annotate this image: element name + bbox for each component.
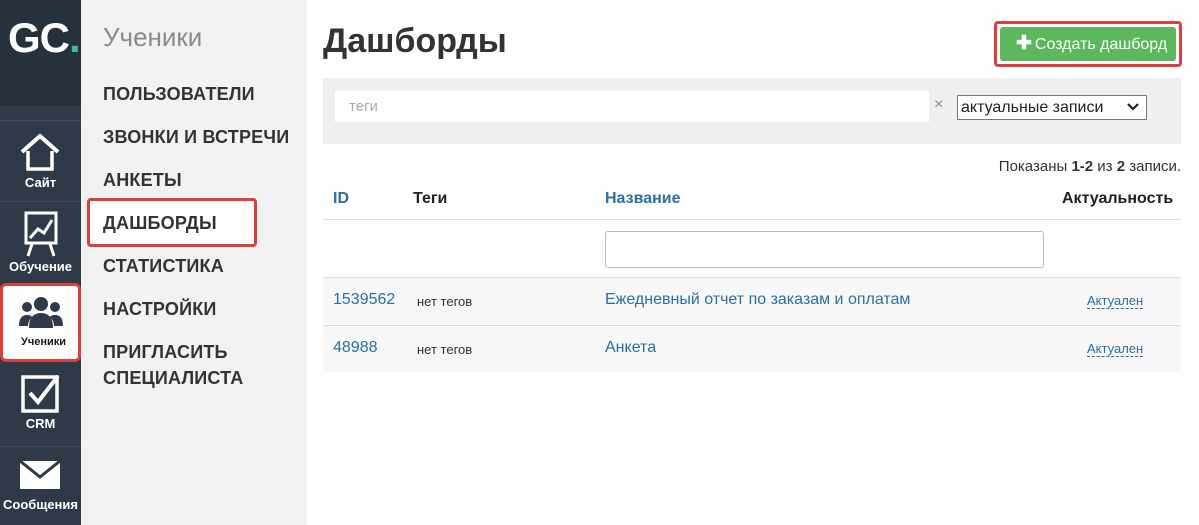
sidebar-item-calls[interactable]: ЗВОНКИ И ВСТРЕЧИ [103,124,289,150]
home-icon [20,134,60,171]
page-title: Дашборды [323,22,507,60]
rail-item-label: Сайт [24,175,57,190]
section-sidebar: Ученики ПОЛЬЗОВАТЕЛИ ЗВОНКИ И ВСТРЕЧИ АН… [81,0,307,525]
users-icon [19,297,63,328]
row-tags: нет тегов [417,294,473,309]
sidebar-title: Ученики [103,22,203,52]
column-header-id[interactable]: ID [333,190,349,208]
rail-item-learning[interactable]: Обучение [0,203,81,281]
logo-text: GC. [8,14,81,61]
rail-item-site[interactable]: Сайт [0,122,81,200]
plus-icon: ✚ [1016,33,1032,54]
sidebar-item-dashboards[interactable]: ДАШБОРДЫ [103,210,217,236]
sidebar-item-label: СПЕЦИАЛИСТА [103,368,244,388]
chevron-down-icon [1126,96,1140,126]
rail-divider [0,201,81,202]
rail-item-label: Сообщения [3,497,78,512]
tags-filter-input[interactable] [335,91,929,122]
envelope-icon [20,461,60,489]
column-header-tags: Теги [413,190,448,207]
status-select-value: актуальные записи [961,99,1104,116]
rail-item-label: CRM [25,416,56,431]
filter-bar: × актуальные записи [323,78,1181,144]
create-button-highlight: ✚ Создать дашборд [994,21,1182,67]
create-dashboard-button[interactable]: ✚ Создать дашборд [1000,27,1176,61]
app-rail: GC. Сайт Обучение Ученики CRM Сообщения [0,0,81,525]
create-dashboard-label: Создать дашборд [1034,36,1168,53]
rail-item-label: Ученики [20,336,67,348]
row-id-link[interactable]: 1539562 [333,291,395,309]
row-status-toggle[interactable]: Актуален [1087,293,1144,309]
status-select[interactable]: актуальные записи [957,95,1147,120]
sidebar-item-label: ПРИГЛАСИТЬ [103,342,228,362]
column-header-name[interactable]: Название [605,190,681,208]
column-header-status: Актуальность [1062,190,1174,207]
logo[interactable]: GC. [0,0,81,106]
row-id-link[interactable]: 48988 [333,339,378,357]
rail-item-students[interactable]: Ученики [0,283,81,362]
name-filter-input[interactable] [605,231,1044,268]
sidebar-item-settings[interactable]: НАСТРОЙКИ [103,296,217,322]
records-summary: Показаны 1-2 из 2 записи. [998,158,1181,175]
table-row: 1539562 нет тегов Ежедневный отчет по за… [323,278,1181,324]
rail-item-label: Обучение [8,259,73,274]
sidebar-item-forms[interactable]: АНКЕТЫ [103,167,182,193]
sidebar-item-statistics[interactable]: СТАТИСТИКА [103,253,224,279]
row-status-toggle[interactable]: Актуален [1087,341,1144,357]
sidebar-item-users[interactable]: ПОЛЬЗОВАТЕЛИ [103,81,255,107]
rail-item-messages[interactable]: Сообщения [0,448,81,525]
row-name-link[interactable]: Ежедневный отчет по заказам и оплатам [605,291,910,309]
checkbox-icon [21,374,60,413]
rail-item-crm[interactable]: CRM [0,366,81,446]
rail-divider [0,120,81,121]
table-header-divider [323,219,1181,220]
table-row: 48988 нет тегов Анкета Актуален [323,326,1181,372]
rail-divider [0,446,81,447]
clear-tags-icon[interactable]: × [934,96,943,114]
row-tags: нет тегов [417,342,473,357]
row-name-link[interactable]: Анкета [605,339,656,357]
chart-board-icon [24,211,58,257]
sidebar-item-invite-specialist[interactable]: ПРИГЛАСИТЬ СПЕЦИАЛИСТА [103,339,243,391]
